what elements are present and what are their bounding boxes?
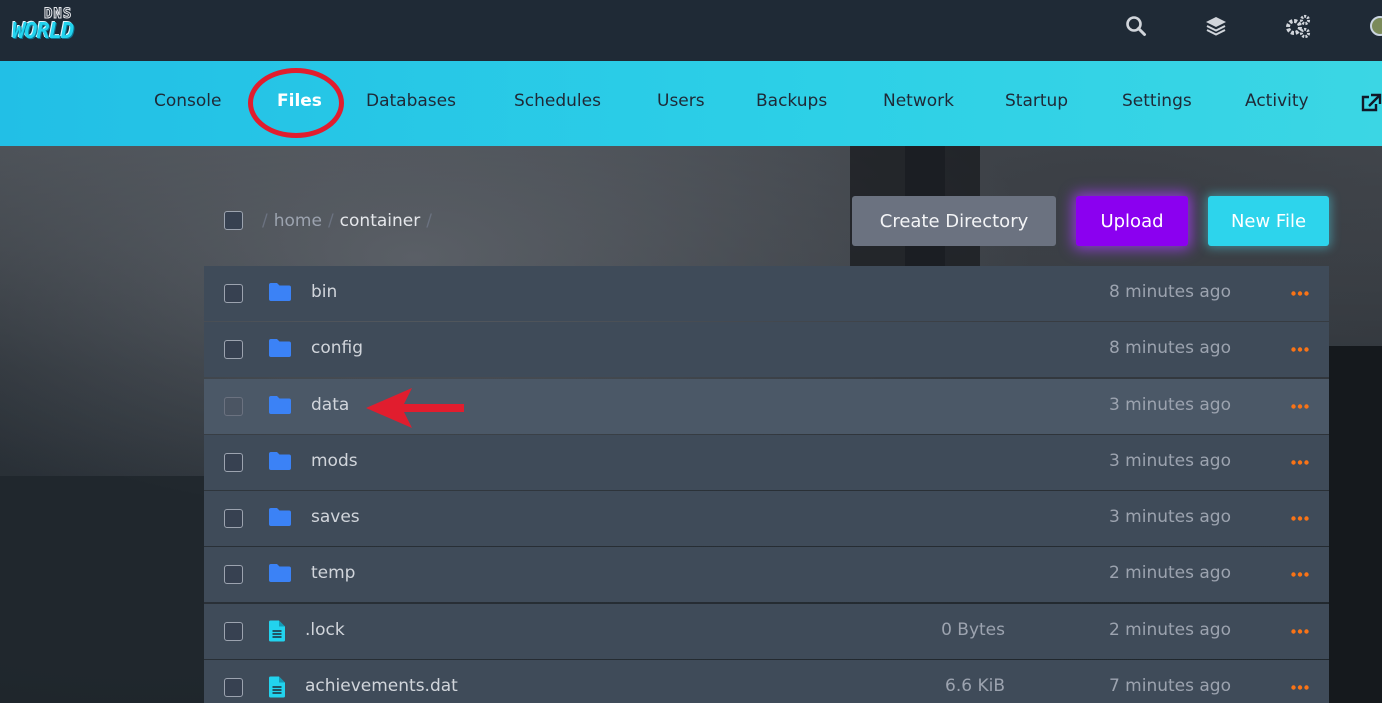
file-modified: 8 minutes ago xyxy=(1108,282,1231,302)
create-directory-button[interactable]: Create Directory xyxy=(852,196,1056,246)
external-link-icon[interactable] xyxy=(1360,93,1382,117)
file-name[interactable]: achievements.dat xyxy=(305,676,458,696)
breadcrumb-container[interactable]: container xyxy=(340,211,421,231)
row-checkbox[interactable] xyxy=(224,678,243,697)
more-options-icon[interactable] xyxy=(1290,566,1310,582)
new-file-button[interactable]: New File xyxy=(1208,196,1329,246)
file-modified: 8 minutes ago xyxy=(1108,338,1231,358)
file-name[interactable]: mods xyxy=(311,451,358,471)
nav-network[interactable]: Network xyxy=(883,91,954,117)
file-size: 0 Bytes xyxy=(941,620,1005,640)
breadcrumb-home[interactable]: home xyxy=(274,211,322,231)
breadcrumb: / home / container / xyxy=(262,208,432,234)
file-text-icon xyxy=(268,676,286,702)
file-modified: 2 minutes ago xyxy=(1108,563,1231,583)
server-nav-bar: Console Files Databases Schedules Users … xyxy=(0,61,1382,146)
file-size: 6.6 KiB xyxy=(945,676,1005,696)
breadcrumb-separator: / xyxy=(327,211,334,231)
file-name[interactable]: bin xyxy=(311,282,337,302)
nav-schedules[interactable]: Schedules xyxy=(514,91,601,117)
file-name[interactable]: data xyxy=(311,395,349,415)
folder-icon xyxy=(268,507,292,531)
breadcrumb-separator: / xyxy=(426,211,432,231)
logo-world-text: WORLD xyxy=(12,19,74,44)
row-checkbox[interactable] xyxy=(224,622,243,641)
search-icon[interactable] xyxy=(1123,13,1149,39)
file-modified: 2 minutes ago xyxy=(1108,620,1231,640)
more-options-icon[interactable] xyxy=(1290,510,1310,526)
tree-silhouette xyxy=(0,476,204,703)
row-checkbox[interactable] xyxy=(224,284,243,303)
file-name[interactable]: .lock xyxy=(305,620,345,640)
more-options-icon[interactable] xyxy=(1290,398,1310,414)
file-row-bin[interactable]: bin 8 minutes ago xyxy=(204,266,1329,321)
files-annotation-circle xyxy=(248,68,344,138)
select-all-checkbox[interactable] xyxy=(224,211,243,230)
castle-right-wall xyxy=(1329,346,1382,703)
file-modified: 7 minutes ago xyxy=(1108,676,1231,696)
file-text-icon xyxy=(268,620,286,646)
folder-icon xyxy=(268,451,292,475)
more-options-icon[interactable] xyxy=(1290,454,1310,470)
more-options-icon[interactable] xyxy=(1290,623,1310,639)
cogs-icon[interactable] xyxy=(1285,13,1311,39)
nav-users[interactable]: Users xyxy=(657,91,705,117)
nav-backups[interactable]: Backups xyxy=(756,91,827,117)
folder-icon xyxy=(268,282,292,306)
breadcrumb-separator: / xyxy=(262,211,268,231)
nav-settings[interactable]: Settings xyxy=(1122,91,1192,117)
more-options-icon[interactable] xyxy=(1290,679,1310,695)
upload-button[interactable]: Upload xyxy=(1076,196,1188,246)
nav-activity[interactable]: Activity xyxy=(1245,91,1309,117)
file-name[interactable]: config xyxy=(311,338,363,358)
layers-icon[interactable] xyxy=(1203,13,1229,39)
row-checkbox[interactable] xyxy=(224,340,243,359)
row-checkbox[interactable] xyxy=(224,565,243,584)
more-options-icon[interactable] xyxy=(1290,341,1310,357)
nav-startup[interactable]: Startup xyxy=(1005,91,1068,117)
folder-icon xyxy=(268,338,292,362)
row-checkbox[interactable] xyxy=(224,397,243,416)
nav-console[interactable]: Console xyxy=(154,91,222,117)
row-checkbox[interactable] xyxy=(224,453,243,472)
dns-world-logo[interactable]: DNS WORLD xyxy=(12,6,116,45)
folder-icon xyxy=(268,395,292,419)
file-row-temp[interactable]: temp 2 minutes ago xyxy=(204,547,1329,602)
file-modified: 3 minutes ago xyxy=(1108,451,1231,471)
annotation-arrow-icon xyxy=(364,386,468,434)
file-name[interactable]: saves xyxy=(311,507,360,527)
file-modified: 3 minutes ago xyxy=(1108,395,1231,415)
file-row-mods[interactable]: mods 3 minutes ago xyxy=(204,435,1329,490)
top-bar: DNS WORLD xyxy=(0,0,1382,61)
file-row-saves[interactable]: saves 3 minutes ago xyxy=(204,491,1329,546)
nav-databases[interactable]: Databases xyxy=(366,91,456,117)
folder-icon xyxy=(268,563,292,587)
file-modified: 3 minutes ago xyxy=(1108,507,1231,527)
file-row-config[interactable]: config 8 minutes ago xyxy=(204,322,1329,377)
file-row-lock[interactable]: .lock 0 Bytes 2 minutes ago xyxy=(204,604,1329,659)
row-checkbox[interactable] xyxy=(224,509,243,528)
user-avatar[interactable] xyxy=(1370,16,1382,36)
file-name[interactable]: temp xyxy=(311,563,355,583)
file-row-achievements[interactable]: achievements.dat 6.6 KiB 7 minutes ago xyxy=(204,660,1329,703)
more-options-icon[interactable] xyxy=(1290,285,1310,301)
